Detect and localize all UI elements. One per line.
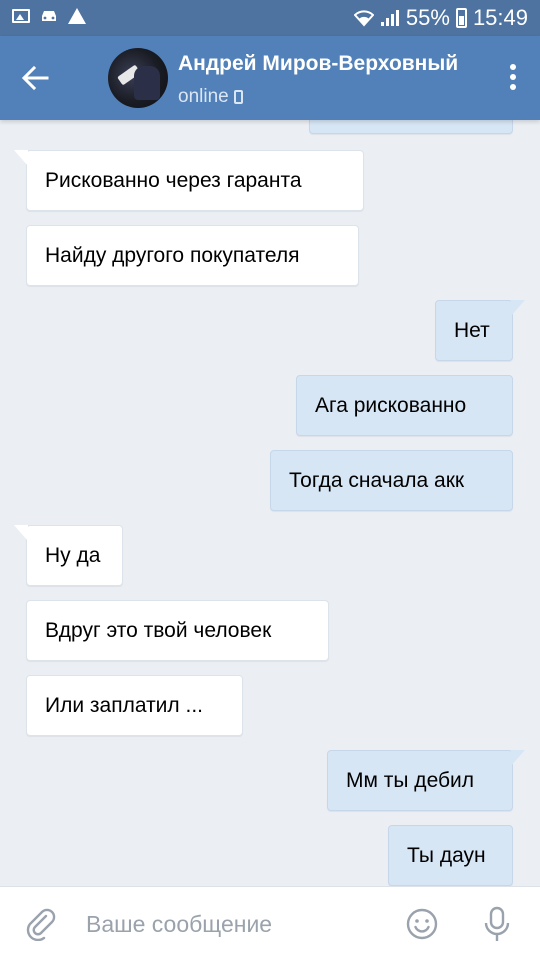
message-bubble-outgoing[interactable]: Тогда сначала акк (270, 450, 513, 511)
bubble-tail (511, 300, 525, 316)
message-text: Нет (454, 318, 490, 342)
message-composer (0, 886, 540, 960)
message-bubble-outgoing[interactable]: Ага рискованно (296, 375, 513, 436)
paperclip-icon (26, 908, 56, 942)
message-text: Ну да (45, 543, 101, 567)
attach-button[interactable] (24, 907, 58, 942)
message-list[interactable]: Рискованно через гаранта Найду другого п… (0, 120, 540, 886)
dot-icon (510, 74, 516, 80)
voice-message-button[interactable] (482, 905, 512, 945)
battery-icon (455, 8, 467, 28)
avatar[interactable] (108, 48, 168, 108)
clock: 15:49 (472, 5, 528, 30)
wifi-icon (353, 10, 374, 27)
message-input[interactable] (86, 903, 386, 945)
message-text: Или заплатил ... (45, 693, 204, 717)
emoji-button[interactable] (405, 907, 439, 941)
message-text: Рискованно через гаранта (45, 168, 302, 192)
phone-icon (233, 90, 243, 104)
back-button[interactable] (14, 56, 58, 100)
bubble-tail (511, 750, 525, 766)
chat-header: Андрей Миров-Верховный online (0, 36, 540, 120)
message-text: Ага рискованно (315, 393, 467, 417)
bubble-tail (14, 525, 28, 541)
message-text: Найду другого покупателя (45, 243, 300, 267)
contact-name[interactable]: Андрей Миров-Верховный (178, 52, 466, 76)
message-bubble-incoming[interactable]: Ну да (14, 525, 123, 586)
message-text: Мм ты дебил (346, 768, 475, 792)
emoji-icon (406, 908, 438, 940)
message-bubble-incoming[interactable]: Или заплатил ... (26, 675, 243, 736)
signal-icon (380, 10, 399, 26)
message-text: Вдруг это твой человек (45, 618, 272, 642)
warning-icon (68, 8, 86, 24)
message-bubble-incoming[interactable]: Рискованно через гаранта (14, 150, 364, 211)
contact-status: online (178, 86, 243, 108)
car-icon (42, 11, 56, 21)
arrow-left-icon (21, 65, 49, 91)
contact-status-text: online (178, 86, 229, 107)
more-menu-button[interactable] (508, 64, 518, 94)
microphone-icon (484, 906, 510, 941)
message-bubble-outgoing[interactable] (309, 120, 513, 134)
message-text: Ты даун (407, 843, 486, 867)
message-bubble-incoming[interactable]: Найду другого покупателя (26, 225, 359, 286)
message-bubble-outgoing[interactable]: Ты даун (388, 825, 513, 886)
dot-icon (510, 64, 516, 70)
image-icon (12, 9, 30, 23)
battery-percent: 55% (405, 5, 450, 30)
dot-icon (510, 84, 516, 90)
message-bubble-incoming[interactable]: Вдруг это твой человек (26, 600, 329, 661)
message-bubble-outgoing[interactable]: Нет (435, 300, 525, 361)
message-text: Тогда сначала акк (289, 468, 465, 492)
bubble-tail (14, 150, 28, 166)
status-bar: 55% 15:49 (0, 0, 540, 36)
message-bubble-outgoing[interactable]: Мм ты дебил (327, 750, 525, 811)
